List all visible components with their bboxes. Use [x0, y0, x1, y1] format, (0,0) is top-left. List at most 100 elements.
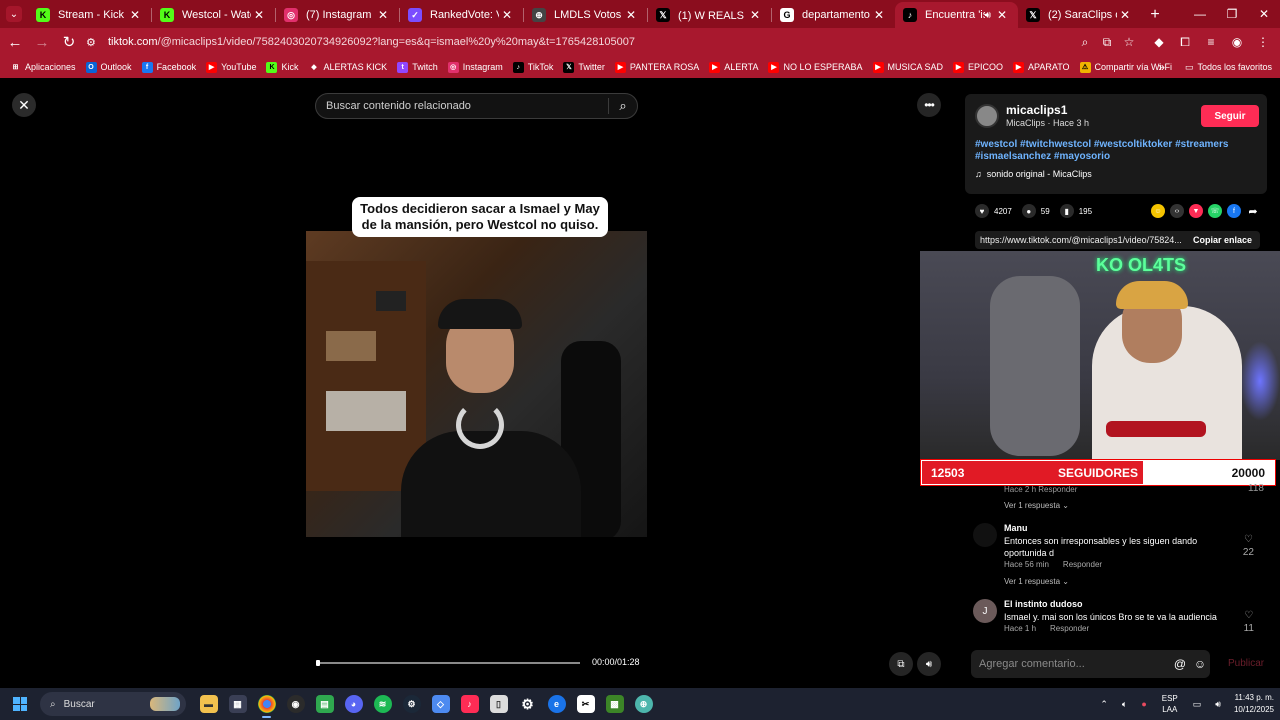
author-username[interactable]: micaclips1 [1006, 103, 1067, 117]
comment-author[interactable]: El instinto dudoso [1004, 599, 1083, 609]
all-favorites-button[interactable]: Todos los favoritos [1197, 62, 1272, 72]
bookmark-item[interactable]: ▶ MUSICA SAD [872, 61, 943, 73]
embed-icon[interactable]: ‹› [1170, 204, 1184, 218]
share-arrow-icon[interactable]: ➦ [1246, 204, 1260, 218]
network-icon[interactable]: ▭ [1193, 699, 1202, 710]
taskbar-obs[interactable]: ◉ [281, 689, 310, 719]
browser-tab[interactable]: ⊕ LMDLS Votos ✕ [524, 2, 647, 28]
taskbar-settings[interactable]: ⚙ [513, 689, 542, 719]
tab-audio-icon[interactable]: 🔊︎ [985, 10, 991, 21]
bookmark-item[interactable]: ▶ NO LO ESPERABA [768, 61, 863, 73]
post-sound[interactable]: ♫ sonido original - MicaClips [975, 169, 1092, 179]
comment-like[interactable]: ♡ 11 [1244, 609, 1254, 635]
mention-icon[interactable]: @ [1170, 657, 1190, 671]
bookmark-item[interactable]: 𝕏 Twitter [563, 61, 605, 73]
bookmark-item[interactable]: ⊞ Aplicaciones [10, 61, 76, 73]
browser-tab[interactable]: ✓ RankedVote: Vote for✕ [400, 2, 523, 28]
browser-tab[interactable]: 𝕏 (2) SaraClips on X: "L✕ [1018, 2, 1141, 28]
progress-knob[interactable] [316, 660, 320, 666]
close-window-button[interactable]: ✕ [1248, 0, 1280, 28]
reply-button[interactable]: Responder [1063, 560, 1102, 569]
bookmark-item[interactable]: ▶ APARATO [1013, 61, 1070, 73]
taskbar-search[interactable]: ⌕ Buscar [40, 692, 186, 716]
author-display-name[interactable]: MicaClips [1006, 118, 1045, 128]
address-bar[interactable]: ⚙ tiktok.com/@micaclips1/video/758240302… [80, 30, 1140, 54]
taskbar-app-blue[interactable]: ◇ [426, 689, 455, 719]
bookmark-item[interactable]: ♪ TikTok [512, 61, 553, 73]
whatsapp-icon[interactable]: ☏ [1208, 204, 1222, 218]
site-info-icon[interactable]: ⚙ [86, 36, 104, 49]
tray-overflow-icon[interactable]: ⌃ [1100, 699, 1108, 710]
taskbar-store[interactable]: ▦ [223, 689, 252, 719]
taskbar-capcut[interactable]: ✂ [571, 689, 600, 719]
maximize-button[interactable]: ❐ [1216, 0, 1248, 28]
close-tab-icon[interactable]: ✕ [994, 8, 1010, 22]
related-search-input[interactable] [316, 100, 608, 112]
bookmark-item[interactable]: t Twitch [397, 61, 438, 73]
bookmark-item[interactable]: f Facebook [141, 61, 196, 73]
browser-tab[interactable]: Gdepartamento de nar✕ [772, 2, 895, 28]
forward-button[interactable]: → [30, 30, 54, 54]
view-replies-link[interactable]: Ver 1 respuesta ⌄ [1004, 501, 1069, 510]
volume-icon[interactable]: 🔊︎ [1215, 699, 1221, 710]
pip-button[interactable]: ⧉ [889, 652, 913, 676]
save-action[interactable]: ▮ 195 [1059, 204, 1092, 218]
taskbar-spotify[interactable]: ≋ [368, 689, 397, 719]
follow-button[interactable]: Seguir [1201, 105, 1259, 127]
extensions-icon[interactable]: ⧠ [1172, 30, 1198, 54]
profile-avatar-icon[interactable]: ◉ [1224, 30, 1250, 54]
video-frame[interactable] [306, 231, 647, 537]
close-tab-icon[interactable]: ✕ [623, 8, 639, 22]
browser-tab[interactable]: 𝕏 (1) W REALS 🏛 Con✕ [648, 2, 771, 28]
bookmark-item[interactable]: ◆ ALERTAS KICK [308, 61, 387, 73]
view-replies-link[interactable]: Ver 1 respuesta ⌄ [1004, 577, 1069, 586]
taskbar-steam[interactable]: ⚙ [397, 689, 426, 719]
browser-tab[interactable]: K Westcol - Watch the✕ [152, 2, 275, 28]
minimize-button[interactable]: — [1184, 0, 1216, 28]
taskbar-app-green[interactable]: ▤ [310, 689, 339, 719]
bookmark-item[interactable]: ▶ EPICOO [953, 61, 1003, 73]
speaker-icon[interactable]: 🔈︎ [1122, 699, 1127, 710]
taskbar-notepad[interactable]: ▯ [484, 689, 513, 719]
taskbar-discord[interactable]: ◕ [339, 689, 368, 719]
close-tab-icon[interactable]: ✕ [375, 8, 391, 22]
close-tab-icon[interactable]: ✕ [1117, 8, 1133, 22]
repost-icon[interactable]: ☺ [1151, 204, 1165, 218]
taskbar-file-explorer[interactable]: ▬ [194, 689, 223, 719]
close-video-button[interactable]: ✕ [12, 93, 36, 117]
taskbar-minecraft[interactable]: ▩ [600, 689, 629, 719]
comment-like[interactable]: ♡ 22 [1243, 533, 1254, 559]
bookmark-item[interactable]: O Outlook [85, 61, 132, 73]
close-tab-icon[interactable]: ✕ [871, 8, 887, 22]
facebook-icon[interactable]: f [1227, 204, 1241, 218]
bookmark-item[interactable]: ▶ YouTube [206, 61, 256, 73]
bookmark-item[interactable]: K Kick [266, 61, 298, 73]
emoji-icon[interactable]: ☺ [1190, 657, 1210, 671]
bookmark-item[interactable]: ◎ Instagram [447, 61, 503, 73]
video-player[interactable]: ⌕ Todos decidieron sacar a Ismael y May … [306, 84, 647, 687]
browser-tab[interactable]: ◎ (7) Instagram ✕ [276, 2, 399, 28]
language-indicator[interactable]: ESP LAA [1162, 693, 1178, 715]
media-control-icon[interactable]: ≡ [1198, 30, 1224, 54]
taskbar-chrome[interactable] [252, 689, 281, 719]
install-app-icon[interactable]: ⧉ [1096, 35, 1118, 50]
bookmarks-overflow-button[interactable]: » [1158, 60, 1165, 74]
bookmark-item[interactable]: ▶ PANTERA ROSA [614, 61, 699, 73]
post-hashtags[interactable]: #westcol #twitchwestcol #westcoltiktoker… [975, 139, 1260, 163]
comment-avatar[interactable]: J [973, 599, 997, 623]
reload-button[interactable]: ↻ [57, 30, 81, 54]
comment-input[interactable] [971, 658, 1170, 670]
taskbar-edge[interactable]: e [542, 689, 571, 719]
author-avatar[interactable] [975, 104, 999, 128]
browser-tab[interactable]: K Stream - Kick Dashbo✕ [28, 2, 151, 28]
start-button[interactable] [0, 688, 40, 720]
star-icon[interactable]: ☆ [1118, 35, 1140, 49]
more-options-button[interactable]: ••• [917, 93, 941, 117]
taskbar-globe-app[interactable]: ⊕ [629, 689, 658, 719]
tab-search-button[interactable]: ⌄ [0, 0, 28, 28]
search-icon[interactable]: ⌕ [609, 98, 637, 114]
video-progress-bar[interactable] [316, 660, 580, 666]
menu-dots-icon[interactable]: ⋮ [1250, 30, 1276, 54]
microphone-icon[interactable]: ● [1141, 699, 1146, 709]
back-button[interactable]: ← [3, 30, 27, 54]
